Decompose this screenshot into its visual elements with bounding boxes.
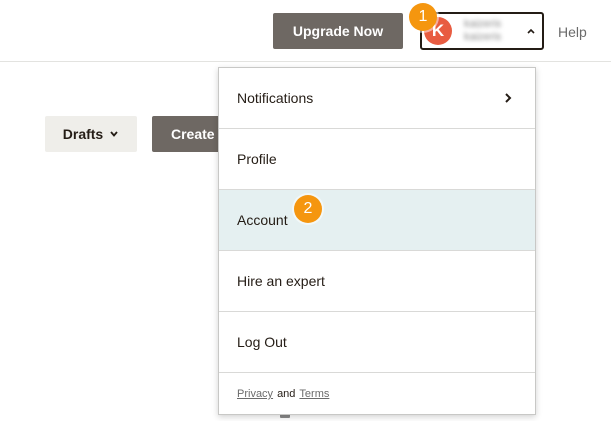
privacy-link[interactable]: Privacy [237, 388, 273, 400]
top-bar: Upgrade Now K kaizeris kaizeris Help [0, 0, 611, 62]
user-name-line-1: kaizeris [464, 18, 502, 30]
menu-item-label: Notifications [237, 90, 314, 106]
user-name: kaizeris kaizeris [464, 18, 524, 44]
upgrade-now-button[interactable]: Upgrade Now [273, 13, 403, 49]
menu-item-account[interactable]: Account [219, 190, 535, 251]
footer-and-text: and [277, 388, 296, 400]
user-name-line-2: kaizeris [464, 31, 502, 43]
step-badge-1: 1 [409, 3, 437, 31]
chevron-up-icon [527, 28, 535, 34]
terms-link[interactable]: Terms [299, 388, 329, 400]
menu-item-label: Account [237, 212, 288, 228]
help-link[interactable]: Help [558, 24, 587, 40]
menu-item-profile[interactable]: Profile [219, 129, 535, 190]
step-badge-2: 2 [294, 195, 322, 223]
chevron-right-icon [505, 93, 512, 103]
drafts-dropdown-button[interactable]: Drafts [45, 116, 137, 152]
menu-item-label: Log Out [237, 334, 287, 350]
menu-item-notifications[interactable]: Notifications [219, 68, 535, 129]
chevron-down-icon [110, 131, 118, 137]
menu-footer: Privacy and Terms [219, 373, 535, 415]
account-dropdown-menu: Notifications Profile Account Hire an ex… [218, 67, 536, 415]
menu-item-label: Hire an expert [237, 273, 325, 289]
menu-item-hire-an-expert[interactable]: Hire an expert [219, 251, 535, 312]
drafts-label: Drafts [62, 126, 104, 142]
account-menu-toggle[interactable]: K kaizeris kaizeris [420, 12, 544, 50]
menu-item-label: Profile [237, 151, 277, 167]
menu-item-log-out[interactable]: Log Out [219, 312, 535, 373]
